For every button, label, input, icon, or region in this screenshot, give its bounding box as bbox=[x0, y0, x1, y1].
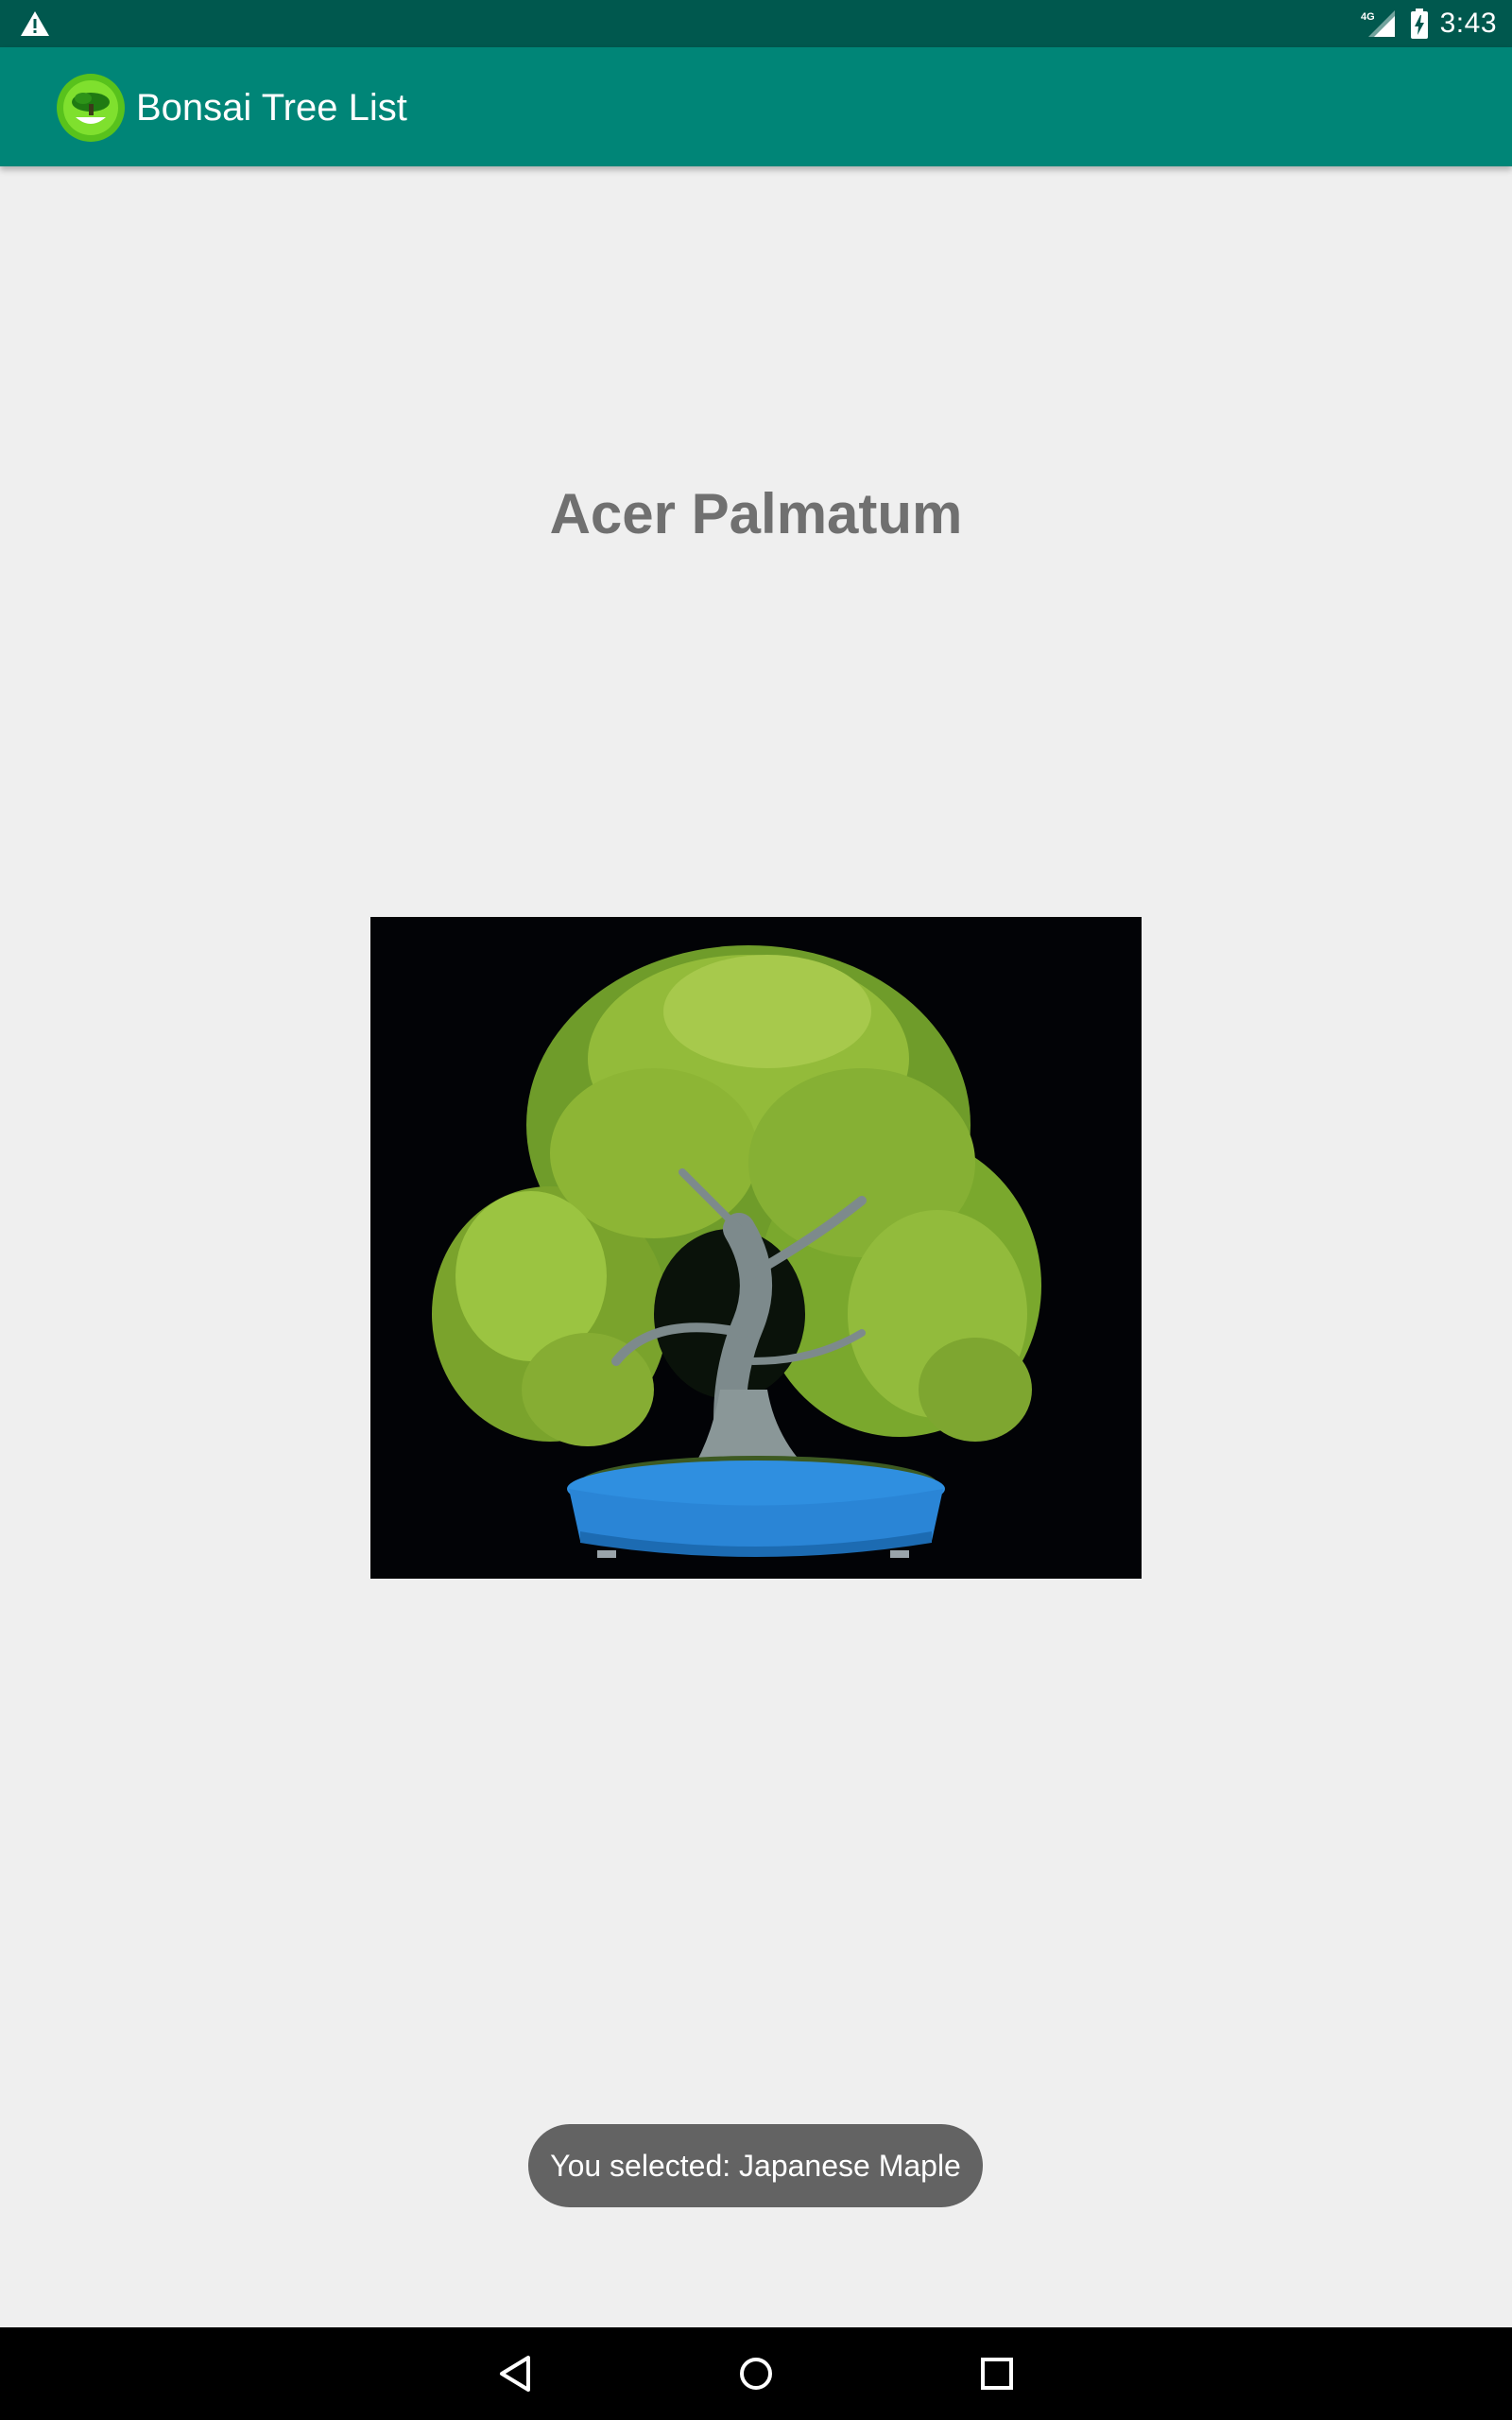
screen: 4G 3:43 Bonsai Tree List Acer Palmatum Y… bbox=[0, 0, 1512, 2420]
bonsai-pot bbox=[567, 1461, 945, 1558]
bonsai-logo-icon bbox=[57, 74, 125, 142]
home-icon[interactable] bbox=[732, 2350, 780, 2397]
toast-message: You selected: Japanese Maple bbox=[550, 2148, 961, 2183]
bonsai-tree-illustration bbox=[370, 917, 1142, 1579]
signal-icon: 4G bbox=[1361, 10, 1395, 37]
recents-icon[interactable] bbox=[973, 2350, 1021, 2397]
navigation-bar bbox=[0, 2327, 1512, 2420]
app-title: Bonsai Tree List bbox=[136, 87, 407, 129]
status-time: 3:43 bbox=[1439, 8, 1497, 39]
tree-name-heading: Acer Palmatum bbox=[549, 482, 963, 545]
battery-charging-icon bbox=[1410, 9, 1428, 39]
network-label: 4G bbox=[1361, 11, 1375, 23]
status-bar: 4G 3:43 bbox=[0, 0, 1512, 47]
status-indicators: 4G 3:43 bbox=[1361, 0, 1497, 47]
toast: You selected: Japanese Maple bbox=[528, 2124, 983, 2207]
app-bar: Bonsai Tree List bbox=[0, 47, 1512, 166]
back-icon[interactable] bbox=[492, 2350, 540, 2397]
warning-icon bbox=[21, 11, 49, 36]
bonsai-image bbox=[370, 917, 1142, 1579]
